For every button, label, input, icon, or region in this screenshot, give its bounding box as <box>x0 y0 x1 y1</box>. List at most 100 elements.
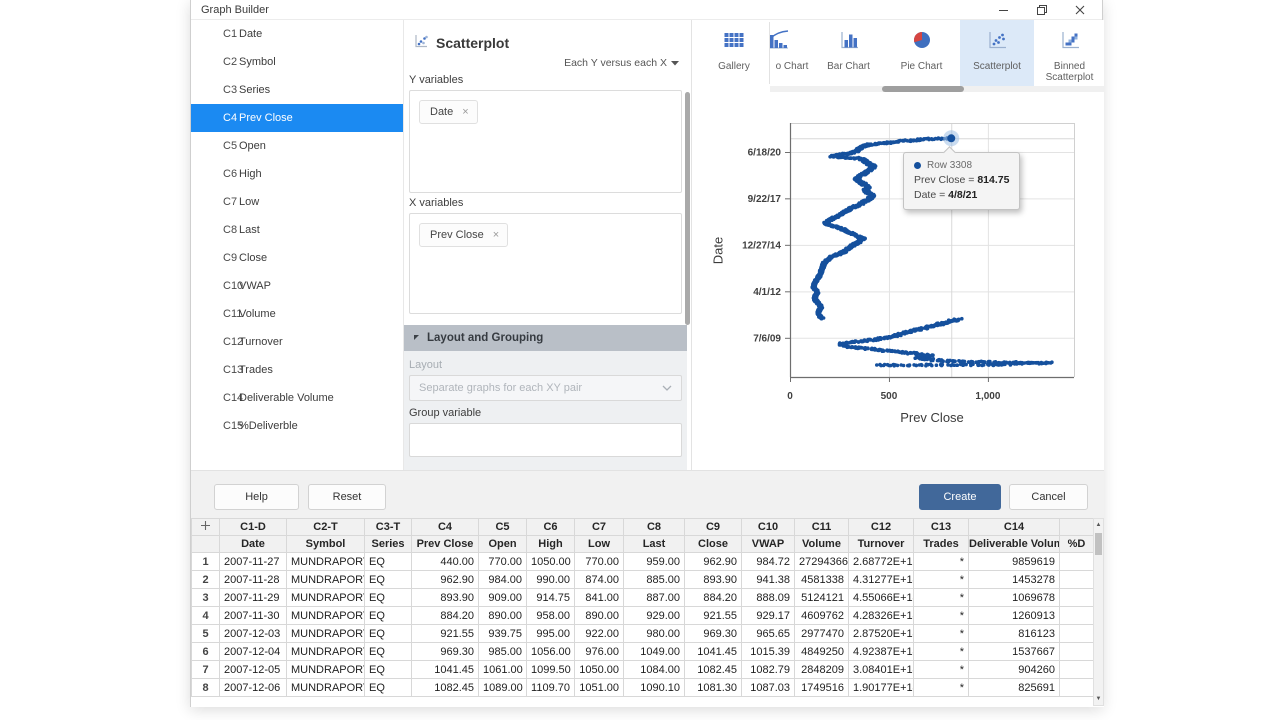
cell[interactable]: 2007-12-04 <box>220 643 287 661</box>
column-header-name[interactable]: Turnover <box>849 536 914 553</box>
cell[interactable]: MUNDRAPORT <box>287 553 365 571</box>
cell[interactable]: 9859619 <box>969 553 1060 571</box>
column-item-c1[interactable]: C1Date <box>191 20 403 48</box>
cell[interactable]: MUNDRAPORT <box>287 643 365 661</box>
cell[interactable]: 2848209 <box>795 661 849 679</box>
cell[interactable]: * <box>914 625 969 643</box>
data-grid[interactable]: C1-DC2-TC3-TC4C5C6C7C8C9C10C11C12C13C14D… <box>191 518 1094 697</box>
column-item-c8[interactable]: C8Last <box>191 216 403 244</box>
cell[interactable]: 2007-11-29 <box>220 589 287 607</box>
cell[interactable]: 965.65 <box>742 625 795 643</box>
worksheet-corner-icon[interactable] <box>192 519 220 536</box>
cell[interactable]: 1.90177E+14 <box>849 679 914 697</box>
reset-button[interactable]: Reset <box>308 484 386 510</box>
cell[interactable]: * <box>914 661 969 679</box>
cell[interactable]: EQ <box>365 553 412 571</box>
layout-select[interactable]: Separate graphs for each XY pair <box>409 375 682 401</box>
column-item-c3[interactable]: C3Series <box>191 76 403 104</box>
cell[interactable]: 2007-12-06 <box>220 679 287 697</box>
x-variables-box[interactable]: Prev Close× <box>409 213 682 314</box>
cell[interactable] <box>1060 571 1094 589</box>
cell[interactable]: MUNDRAPORT <box>287 625 365 643</box>
cell[interactable]: MUNDRAPORT <box>287 661 365 679</box>
cell[interactable]: 1109.70 <box>527 679 575 697</box>
cell[interactable]: 1260913 <box>969 607 1060 625</box>
column-header-id[interactable]: C14 <box>969 519 1060 536</box>
gallery-item-pareto-chart[interactable]: o Chart <box>770 20 814 86</box>
cell[interactable]: 1081.30 <box>685 679 742 697</box>
cell[interactable]: 1087.03 <box>742 679 795 697</box>
mode-selector[interactable]: Each Y versus each X <box>564 57 679 69</box>
cell[interactable]: 939.75 <box>479 625 527 643</box>
cell[interactable]: 4.55066E+14 <box>849 589 914 607</box>
cell[interactable]: 1099.50 <box>527 661 575 679</box>
cell[interactable]: 959.00 <box>624 553 685 571</box>
column-item-c10[interactable]: C10VWAP <box>191 272 403 300</box>
cell[interactable]: 4609762 <box>795 607 849 625</box>
column-header-name[interactable]: %D <box>1060 536 1094 553</box>
cell[interactable]: 985.00 <box>479 643 527 661</box>
variable-chip-date[interactable]: Date× <box>419 100 478 124</box>
column-item-c14[interactable]: C14Deliverable Volume <box>191 384 403 412</box>
row-number[interactable]: 2 <box>192 571 220 589</box>
cell[interactable]: 1069678 <box>969 589 1060 607</box>
cell[interactable]: EQ <box>365 589 412 607</box>
column-header-name[interactable]: Low <box>575 536 624 553</box>
cell[interactable]: 1061.00 <box>479 661 527 679</box>
column-header-id[interactable]: C5 <box>479 519 527 536</box>
cell[interactable]: * <box>914 643 969 661</box>
cell[interactable]: 4.28326E+14 <box>849 607 914 625</box>
cell[interactable] <box>1060 589 1094 607</box>
cell[interactable]: 1049.00 <box>624 643 685 661</box>
column-item-c12[interactable]: C12Turnover <box>191 328 403 356</box>
column-item-c11[interactable]: C11Volume <box>191 300 403 328</box>
column-header-id[interactable]: C1-D <box>220 519 287 536</box>
cell[interactable]: 2.87520E+14 <box>849 625 914 643</box>
gallery-item-binned-scatterplot[interactable]: Binned Scatterplot <box>1034 20 1105 86</box>
cell[interactable]: 958.00 <box>527 607 575 625</box>
cell[interactable]: 2007-11-27 <box>220 553 287 571</box>
cell[interactable]: 929.17 <box>742 607 795 625</box>
cell[interactable]: 922.00 <box>575 625 624 643</box>
cell[interactable]: 893.90 <box>412 589 479 607</box>
column-header-id[interactable]: C9 <box>685 519 742 536</box>
cell[interactable] <box>1060 679 1094 697</box>
column-header-name[interactable]: Open <box>479 536 527 553</box>
cell[interactable]: 1050.00 <box>527 553 575 571</box>
column-header-name[interactable]: Close <box>685 536 742 553</box>
column-header-id[interactable]: C2-T <box>287 519 365 536</box>
cell[interactable]: 2977470 <box>795 625 849 643</box>
titlebar[interactable]: Graph Builder <box>191 0 1102 20</box>
row-number[interactable]: 7 <box>192 661 220 679</box>
create-button[interactable]: Create <box>919 484 1001 510</box>
cell[interactable]: 1089.00 <box>479 679 527 697</box>
column-header-name[interactable]: Prev Close <box>412 536 479 553</box>
variable-chip-prev-close[interactable]: Prev Close× <box>419 223 508 247</box>
cell[interactable]: EQ <box>365 625 412 643</box>
column-item-c13[interactable]: C13Trades <box>191 356 403 384</box>
column-item-c2[interactable]: C2Symbol <box>191 48 403 76</box>
cell[interactable]: 969.30 <box>412 643 479 661</box>
cell[interactable]: 770.00 <box>479 553 527 571</box>
cell[interactable]: 825691 <box>969 679 1060 697</box>
cell[interactable]: 4581338 <box>795 571 849 589</box>
column-item-c6[interactable]: C6High <box>191 160 403 188</box>
cell[interactable]: 909.00 <box>479 589 527 607</box>
column-header-id[interactable]: C4 <box>412 519 479 536</box>
panel-scrollbar[interactable] <box>685 92 690 325</box>
cell[interactable]: MUNDRAPORT <box>287 589 365 607</box>
cell[interactable]: * <box>914 571 969 589</box>
highlighted-point[interactable] <box>947 134 955 142</box>
cell[interactable]: 841.00 <box>575 589 624 607</box>
cell[interactable]: 1041.45 <box>412 661 479 679</box>
gallery-item-bar-chart[interactable]: Bar Chart <box>814 20 883 86</box>
cell[interactable]: 976.00 <box>575 643 624 661</box>
cell[interactable]: * <box>914 607 969 625</box>
cell[interactable] <box>1060 553 1094 571</box>
cell[interactable]: 1084.00 <box>624 661 685 679</box>
cell[interactable]: 2007-11-28 <box>220 571 287 589</box>
cell[interactable]: 1082.79 <box>742 661 795 679</box>
column-header-name[interactable]: VWAP <box>742 536 795 553</box>
cell[interactable] <box>1060 607 1094 625</box>
column-header-name[interactable]: Last <box>624 536 685 553</box>
